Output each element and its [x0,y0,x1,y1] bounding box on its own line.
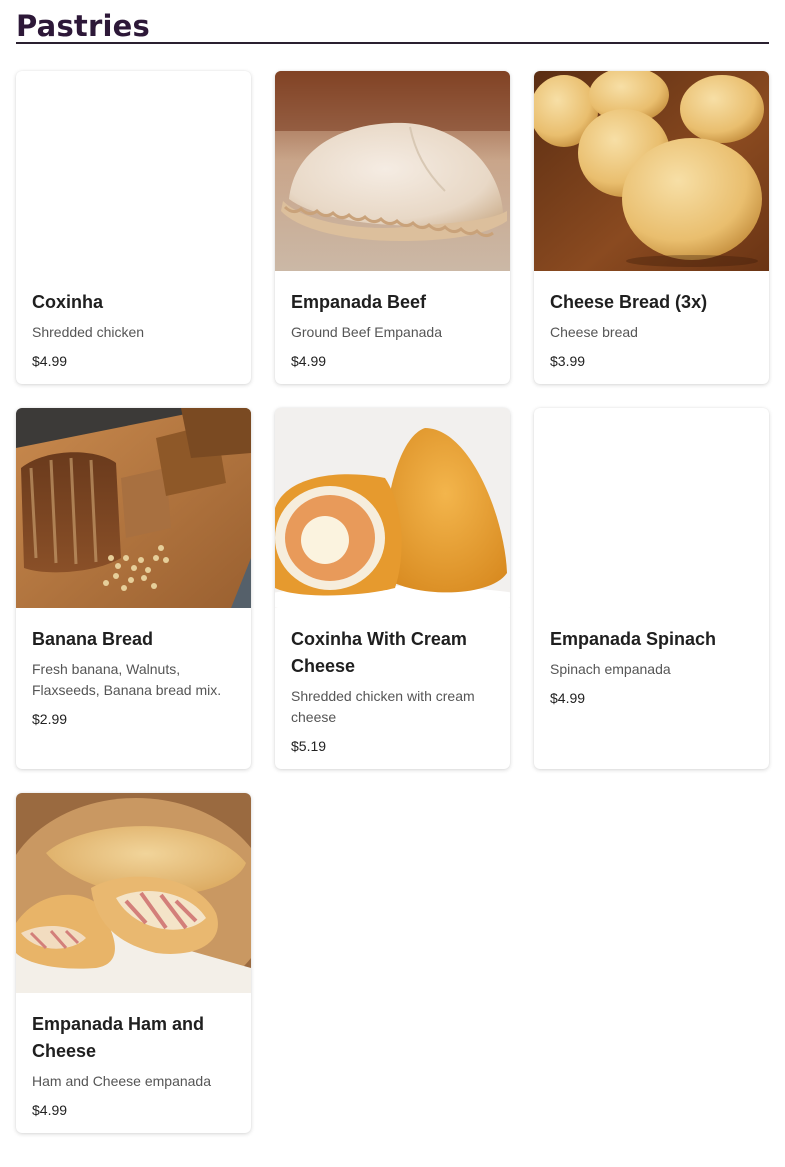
product-name: Empanada Ham and Cheese [32,1014,205,1061]
product-price: $3.99 [550,353,586,369]
product-price: $4.99 [291,353,327,369]
product-card-body: Cheese Bread (3x) Cheese bread $3.99 [534,271,769,384]
product-image [16,793,251,993]
product-card-coxinha[interactable]: Coxinha Shredded chicken $4.99 [16,71,251,384]
product-card-cheese-bread[interactable]: Cheese Bread (3x) Cheese bread $3.99 [534,71,769,384]
product-description: Shredded chicken [32,324,145,340]
ham-cheese-empanada-photo [16,793,251,993]
section-title: Pastries [16,0,769,44]
product-name: Empanada Beef [291,292,427,312]
product-card-coxinha-cream-cheese[interactable]: Coxinha With Cream Cheese Shredded chick… [275,408,510,769]
product-description: Ham and Cheese empanada [32,1073,212,1089]
product-price: $2.99 [32,711,68,727]
product-card-empanada-beef[interactable]: Empanada Beef Ground Beef Empanada $4.99 [275,71,510,384]
product-price: $4.99 [32,353,68,369]
product-card-body: Coxinha With Cream Cheese Shredded chick… [275,608,510,769]
product-name: Coxinha With Cream Cheese [291,629,467,676]
coxinha-cream-cheese-photo [275,408,510,608]
pastries-section: Pastries Coxinha Shredded chicken $4.99 [16,0,769,1133]
product-card-body: Empanada Ham and Cheese Ham and Cheese e… [16,993,251,1133]
product-card-empanada-ham-cheese[interactable]: Empanada Ham and Cheese Ham and Cheese e… [16,793,251,1133]
product-grid: Coxinha Shredded chicken $4.99 Empanada … [16,71,769,1133]
product-image [16,408,251,608]
product-card-body: Empanada Beef Ground Beef Empanada $4.99 [275,271,510,384]
product-image [275,71,510,271]
product-name: Coxinha [32,292,104,312]
product-description: Shredded chicken with cream cheese [291,688,475,725]
product-description: Ground Beef Empanada [291,324,442,340]
product-image [275,408,510,608]
product-image-placeholder [534,408,769,608]
product-name: Cheese Bread (3x) [550,292,708,312]
product-card-banana-bread[interactable]: Banana Bread Fresh banana, Walnuts, Flax… [16,408,251,769]
product-description: Spinach empanada [550,661,671,677]
product-price: $5.19 [291,738,327,754]
product-price: $4.99 [550,690,586,706]
product-description: Cheese bread [550,324,638,340]
product-price: $4.99 [32,1102,68,1118]
product-card-body: Coxinha Shredded chicken $4.99 [16,271,251,384]
beef-empanada-photo [275,71,510,271]
product-name: Banana Bread [32,629,154,649]
product-image-placeholder [16,71,251,271]
product-name: Empanada Spinach [550,629,717,649]
product-card-body: Empanada Spinach Spinach empanada $4.99 [534,608,769,728]
cheese-bread-photo [534,71,769,271]
product-card-body: Banana Bread Fresh banana, Walnuts, Flax… [16,608,251,749]
product-card-empanada-spinach[interactable]: Empanada Spinach Spinach empanada $4.99 [534,408,769,769]
product-description: Fresh banana, Walnuts, Flaxseeds, Banana… [32,661,222,698]
banana-bread-photo [16,408,251,608]
product-image [534,71,769,271]
